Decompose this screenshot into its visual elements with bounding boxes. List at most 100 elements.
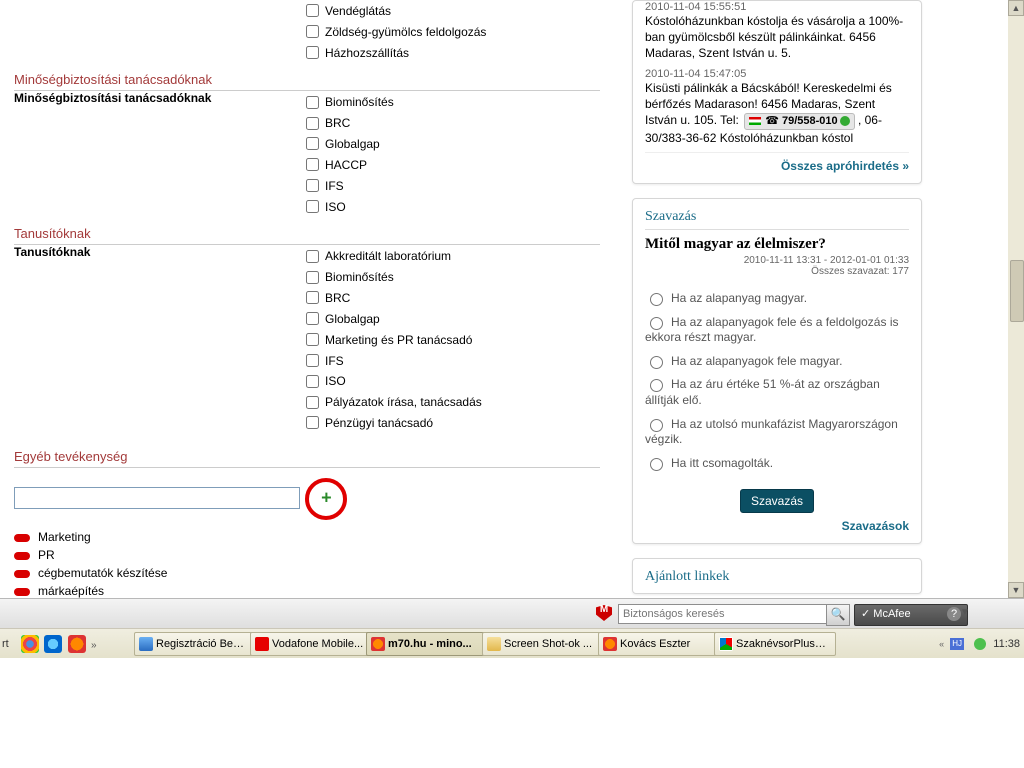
ie-icon[interactable]	[44, 635, 62, 653]
checkbox-row: Akkreditált laboratórium	[306, 245, 600, 266]
task-label: SzaknévsorPlusz ...	[736, 638, 833, 650]
checkbox-row: Globalgap	[306, 133, 600, 154]
checkbox[interactable]	[306, 354, 319, 367]
tray-expand-icon[interactable]: «	[939, 639, 944, 649]
checkbox-label: Biominősítés	[325, 270, 394, 284]
poll-option[interactable]: Ha az áru értéke 51 %-át az országban ál…	[645, 373, 909, 412]
checkbox[interactable]	[306, 25, 319, 38]
taskbar-task[interactable]: Regisztráció Bem...	[134, 632, 256, 656]
checkbox[interactable]	[306, 179, 319, 192]
label-minoseg: Minőségbiztosítási tanácsadóknak	[14, 91, 284, 105]
ad-phone[interactable]: ☎ 79/558-010	[744, 113, 854, 130]
checkbox[interactable]	[306, 200, 319, 213]
poll-option[interactable]: Ha az alapanyag magyar.	[645, 287, 909, 311]
poll-submit-button[interactable]: Szavazás	[740, 489, 814, 513]
checkbox[interactable]	[306, 117, 319, 130]
language-indicator[interactable]: HJ	[950, 638, 964, 650]
add-activity-button[interactable]	[305, 478, 347, 520]
taskbar-task[interactable]: m70.hu - mino...	[366, 632, 488, 656]
remove-tag-button[interactable]	[14, 552, 30, 560]
checkbox[interactable]	[306, 96, 319, 109]
poll-vote-count: Összes szavazat: 177	[811, 266, 909, 277]
mcafee-dropdown-icon[interactable]: ▼	[960, 607, 970, 618]
blank-area	[0, 658, 1024, 768]
recommended-title: Ajánlott linkek	[645, 569, 909, 589]
taskbar-task[interactable]: SzaknévsorPlusz ...	[714, 632, 836, 656]
checkbox[interactable]	[306, 250, 319, 263]
checkbox-label: BRC	[325, 291, 350, 305]
taskbar: rt » Regisztráció Bem...Vodafone Mobile.…	[0, 628, 1024, 659]
quick-launch: »	[20, 633, 110, 655]
section-title-minoseg: Minőségbiztosítási tanácsadóknak	[14, 66, 600, 91]
remove-tag-button[interactable]	[14, 534, 30, 542]
task-label: Screen Shot-ok ...	[504, 638, 592, 650]
poll-option[interactable]: Ha az alapanyagok fele és a feldolgozás …	[645, 311, 909, 350]
taskbar-task[interactable]: Screen Shot-ok ...	[482, 632, 604, 656]
checkbox-group-minoseg: BiominősítésBRCGlobalgapHACCPIFSISO	[306, 91, 600, 216]
taskbar-task[interactable]: Kovács Eszter	[598, 632, 720, 656]
checkbox-label: BRC	[325, 116, 350, 130]
firefox-icon[interactable]	[68, 635, 86, 653]
poll-option-label: Ha az alapanyagok fele és a feldolgozás …	[645, 315, 898, 345]
mcafee-toolbar: 🔍 ✓ McAfee? ▼	[0, 598, 1024, 630]
checkbox-label: Globalgap	[325, 312, 380, 326]
checkbox[interactable]	[306, 271, 319, 284]
scroll-down-button[interactable]: ▼	[1008, 582, 1024, 598]
poll-radio[interactable]	[650, 356, 663, 369]
poll-box: Szavazás Mitől magyar az élelmiszer? 201…	[632, 198, 922, 544]
mcafee-brand-button[interactable]: ✓ McAfee?	[854, 604, 968, 626]
checkbox[interactable]	[306, 137, 319, 150]
poll-radio[interactable]	[650, 317, 663, 330]
taskbar-task[interactable]: Vodafone Mobile...	[250, 632, 372, 656]
scroll-thumb[interactable]	[1010, 260, 1024, 322]
checkbox[interactable]	[306, 312, 319, 325]
checkbox[interactable]	[306, 46, 319, 59]
help-icon[interactable]: ?	[947, 607, 961, 621]
other-activity-input[interactable]	[14, 487, 300, 509]
checkbox[interactable]	[306, 4, 319, 17]
quick-launch-more[interactable]: »	[91, 635, 109, 653]
poll-more-link[interactable]: Szavazások	[645, 519, 909, 533]
task-label: Regisztráció Bem...	[156, 638, 251, 650]
poll-radio[interactable]	[650, 379, 663, 392]
checkbox[interactable]	[306, 375, 319, 388]
mcafee-search-button[interactable]: 🔍	[826, 604, 850, 626]
chrome-icon[interactable]	[21, 635, 39, 653]
tag-label: cégbemutatók készítése	[38, 566, 167, 580]
viewport: VendéglátásZöldség-gyümölcs feldolgozásH…	[0, 0, 1024, 768]
remove-tag-button[interactable]	[14, 570, 30, 578]
checkbox-row: Zöldség-gyümölcs feldolgozás	[306, 21, 600, 42]
tag-label: PR	[38, 548, 55, 562]
start-fragment[interactable]: rt	[0, 629, 14, 659]
clock: 11:38	[993, 638, 1020, 650]
poll-option[interactable]: Ha az alapanyagok fele magyar.	[645, 350, 909, 374]
checkbox-row: BRC	[306, 112, 600, 133]
poll-option[interactable]: Ha az utolsó munkafázist Magyarországon …	[645, 413, 909, 452]
poll-radio[interactable]	[650, 293, 663, 306]
poll-radio[interactable]	[650, 419, 663, 432]
checkbox[interactable]	[306, 416, 319, 429]
poll-radio[interactable]	[650, 458, 663, 471]
checkbox[interactable]	[306, 158, 319, 171]
checkbox[interactable]	[306, 291, 319, 304]
poll-option-label: Ha az alapanyag magyar.	[671, 291, 807, 305]
checkbox-label: ISO	[325, 374, 346, 388]
scroll-up-button[interactable]: ▲	[1008, 0, 1024, 16]
system-tray: « HJ 11:38	[939, 629, 1020, 659]
vertical-scrollbar[interactable]: ▲ ▼	[1008, 0, 1024, 598]
checkbox[interactable]	[306, 333, 319, 346]
poll-option-label: Ha az áru értéke 51 %-át az országban ál…	[645, 377, 880, 407]
remove-tag-button[interactable]	[14, 588, 30, 596]
poll-option[interactable]: Ha itt csomagolták.	[645, 452, 909, 476]
checkbox-label: Biominősítés	[325, 95, 394, 109]
main-column: VendéglátásZöldség-gyümölcs feldolgozásH…	[14, 0, 600, 598]
checkbox-row: ISO	[306, 370, 600, 391]
checkbox-group-tanusit: Akkreditált laboratórium Biominősítés BRC G…	[306, 245, 600, 432]
tray-status-icon[interactable]	[974, 638, 986, 650]
mcafee-search-input[interactable]	[618, 604, 830, 624]
ad-timestamp: 2010-11-04 15:47:05	[645, 68, 909, 80]
checkbox[interactable]	[306, 396, 319, 409]
section-title-tanusit: Tanusítóknak	[14, 220, 600, 245]
checkbox-group-top: VendéglátásZöldség-gyümölcs feldolgozásH…	[306, 0, 600, 62]
all-ads-link[interactable]: Összes apróhirdetés »	[645, 152, 909, 173]
